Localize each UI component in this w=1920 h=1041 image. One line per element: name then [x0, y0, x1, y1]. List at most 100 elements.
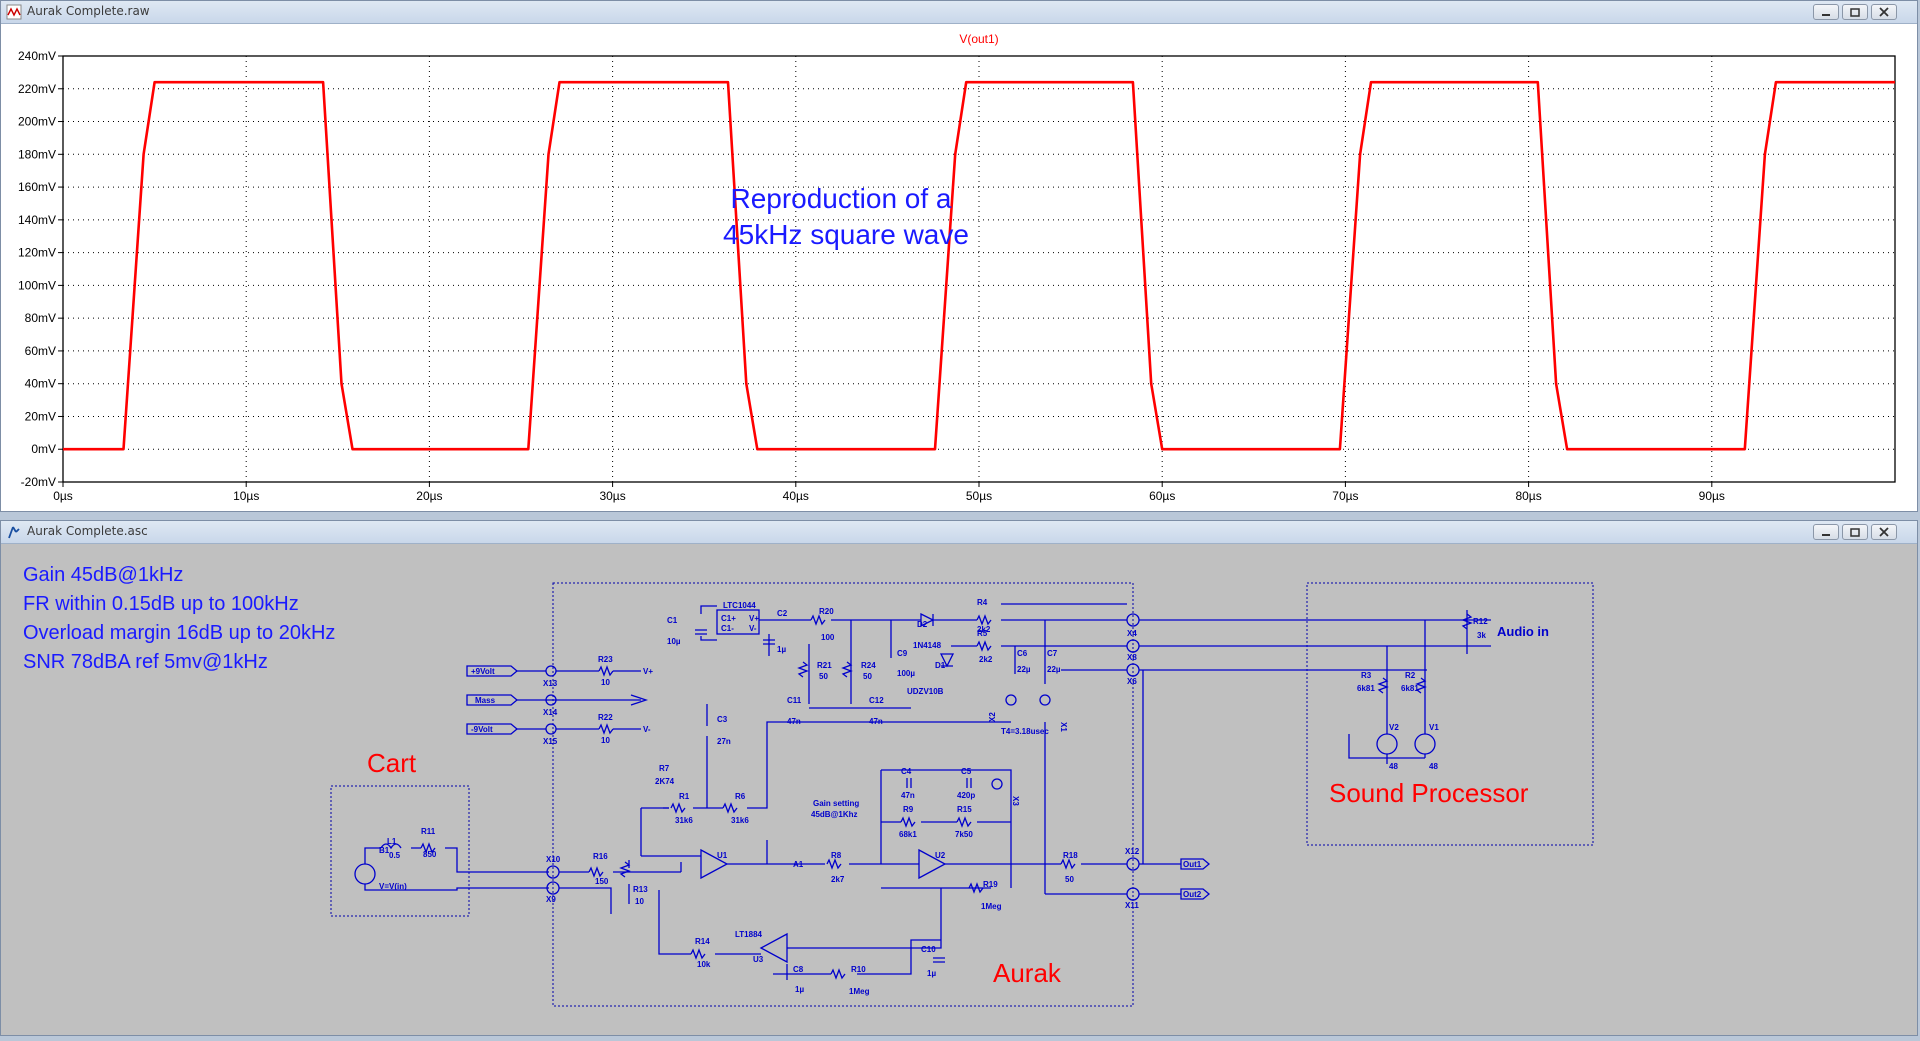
svg-text:100µ: 100µ: [897, 669, 915, 678]
close-button[interactable]: [1871, 4, 1897, 20]
svg-text:C10: C10: [921, 945, 936, 954]
schematic-canvas[interactable]: Gain 45dB@1kHz FR within 0.15dB up to 10…: [1, 544, 1917, 1035]
y-tick-label: 220mV: [18, 82, 56, 96]
svg-text:7k50: 7k50: [955, 830, 973, 839]
y-tick-label: -20mV: [21, 475, 56, 489]
schematic-drawing[interactable]: Gain 45dB@1kHz FR within 0.15dB up to 10…: [1, 544, 1917, 1036]
restore-button[interactable]: [1842, 4, 1868, 20]
audio-in-label: Audio in: [1497, 624, 1549, 639]
schematic-titlebar[interactable]: Aurak Complete.asc: [1, 521, 1917, 544]
svg-text:R12: R12: [1473, 617, 1488, 626]
port-out2-label: Out2: [1183, 890, 1202, 899]
svg-text:C2: C2: [777, 609, 788, 618]
svg-text:X1: X1: [1059, 722, 1068, 732]
svg-text:R20: R20: [819, 607, 834, 616]
close-button[interactable]: [1871, 524, 1897, 540]
minimize-icon: [1822, 14, 1830, 16]
schematic-window[interactable]: Aurak Complete.asc Gain 45dB@1kHz FR wit…: [0, 520, 1918, 1036]
y-tick-label: 40mV: [25, 377, 56, 391]
schematic-window-title: Aurak Complete.asc: [27, 524, 148, 538]
port-mass-label: Mass: [475, 696, 496, 705]
waveform-titlebar[interactable]: Aurak Complete.raw: [1, 1, 1917, 24]
svg-text:2K74: 2K74: [655, 777, 675, 786]
minimize-button[interactable]: [1813, 524, 1839, 540]
svg-text:50: 50: [1065, 875, 1074, 884]
svg-text:R3: R3: [1361, 671, 1372, 680]
svg-text:Gain setting: Gain setting: [813, 799, 859, 808]
annotation-line-1: Reproduction of a: [730, 183, 951, 214]
svg-text:U1: U1: [717, 851, 728, 860]
svg-text:47n: 47n: [901, 791, 915, 800]
y-tick-label: 80mV: [25, 311, 56, 325]
svg-text:48: 48: [1389, 762, 1398, 771]
x-tick-label: 30µs: [599, 489, 625, 503]
specs-block: Gain 45dB@1kHz FR within 0.15dB up to 10…: [23, 564, 335, 673]
minimize-button[interactable]: [1813, 4, 1839, 20]
svg-text:50: 50: [819, 672, 828, 681]
amplifier-section: R16 150 R13 10 U1 R1 31k6 R6 31k6 R7 2K7…: [559, 670, 1211, 996]
y-tick-label: 240mV: [18, 49, 56, 63]
svg-text:3k: 3k: [1477, 631, 1486, 640]
plot-pane[interactable]: 0µs 10µs 20µs 30µs 40µs 50µs 60µs 70µs 80µs 90µs 2…: [1, 24, 1917, 511]
minimize-icon: [1822, 534, 1830, 536]
trace-name[interactable]: V(out1): [959, 32, 998, 46]
close-icon: [1879, 527, 1889, 537]
x-tick-label: 20µs: [416, 489, 442, 503]
svg-text:R7: R7: [659, 764, 670, 773]
svg-text:31k6: 31k6: [731, 816, 749, 825]
y-tick-label: 120mV: [18, 246, 56, 260]
schematic-app-icon: [8, 526, 20, 539]
port-plus9-label: +9Volt: [471, 667, 495, 676]
y-tick-label: 140mV: [18, 213, 56, 227]
svg-text:C12: C12: [869, 696, 884, 705]
svg-text:X10: X10: [546, 855, 561, 864]
svg-text:X9: X9: [546, 895, 556, 904]
waveform-plot[interactable]: 0µs 10µs 20µs 30µs 40µs 50µs 60µs 70µs 80µs 90µs 2…: [1, 24, 1919, 512]
svg-text:R21: R21: [817, 661, 832, 670]
svg-text:A1: A1: [793, 860, 804, 869]
svg-text:X15: X15: [543, 737, 558, 746]
svg-text:R23: R23: [598, 655, 613, 664]
svg-text:V1: V1: [1429, 723, 1439, 732]
svg-text:X13: X13: [543, 679, 558, 688]
svg-text:48: 48: [1429, 762, 1438, 771]
svg-text:R22: R22: [598, 713, 613, 722]
annotation-line-2: 45kHz square wave: [723, 219, 969, 250]
restore-icon: [1850, 528, 1860, 537]
svg-text:22µ: 22µ: [1017, 665, 1031, 674]
x-tick-label: 0µs: [53, 489, 73, 503]
aurak-label: Aurak: [993, 958, 1062, 988]
svg-text:LTC1044: LTC1044: [723, 601, 756, 610]
svg-text:2k2: 2k2: [979, 655, 993, 664]
svg-text:420p: 420p: [957, 791, 975, 800]
svg-text:R14: R14: [695, 937, 710, 946]
restore-button[interactable]: [1842, 524, 1868, 540]
svg-text:R5: R5: [977, 629, 988, 638]
svg-text:R10: R10: [851, 965, 866, 974]
svg-text:22µ: 22µ: [1047, 665, 1061, 674]
svg-text:1Meg: 1Meg: [849, 987, 870, 996]
svg-text:50: 50: [863, 672, 872, 681]
svg-text:6k81: 6k81: [1357, 684, 1375, 693]
svg-text:C1-: C1-: [721, 624, 734, 633]
trace-vout1: [63, 80, 1895, 451]
svg-text:R18: R18: [1063, 851, 1078, 860]
svg-text:C3: C3: [717, 715, 728, 724]
y-tick-label: 0mV: [31, 442, 56, 456]
svg-text:10: 10: [635, 897, 644, 906]
svg-text:10k: 10k: [697, 960, 711, 969]
x-tick-label: 50µs: [966, 489, 992, 503]
spec-fr: FR within 0.15dB up to 100kHz: [23, 593, 299, 615]
svg-text:C1: C1: [667, 616, 678, 625]
restore-icon: [1850, 8, 1860, 17]
axis-ticks: 0µs 10µs 20µs 30µs 40µs 50µs 60µs 70µs 80µs 90µs 2…: [18, 49, 1725, 503]
svg-text:X12: X12: [1125, 847, 1140, 856]
waveform-window[interactable]: Aurak Complete.raw 0µs 10µs 20µs 30µs 40µs 50…: [0, 0, 1918, 512]
charge-pump-section: LTC1044 C1+ C1- V+ V- C1 10µ C2 1µ R20 1…: [667, 601, 955, 726]
y-tick-label: 60mV: [25, 344, 56, 358]
svg-text:R9: R9: [903, 805, 914, 814]
svg-text:1µ: 1µ: [927, 969, 936, 978]
svg-text:D2: D2: [917, 620, 928, 629]
svg-text:2k7: 2k7: [831, 875, 845, 884]
svg-text:150: 150: [595, 877, 609, 886]
